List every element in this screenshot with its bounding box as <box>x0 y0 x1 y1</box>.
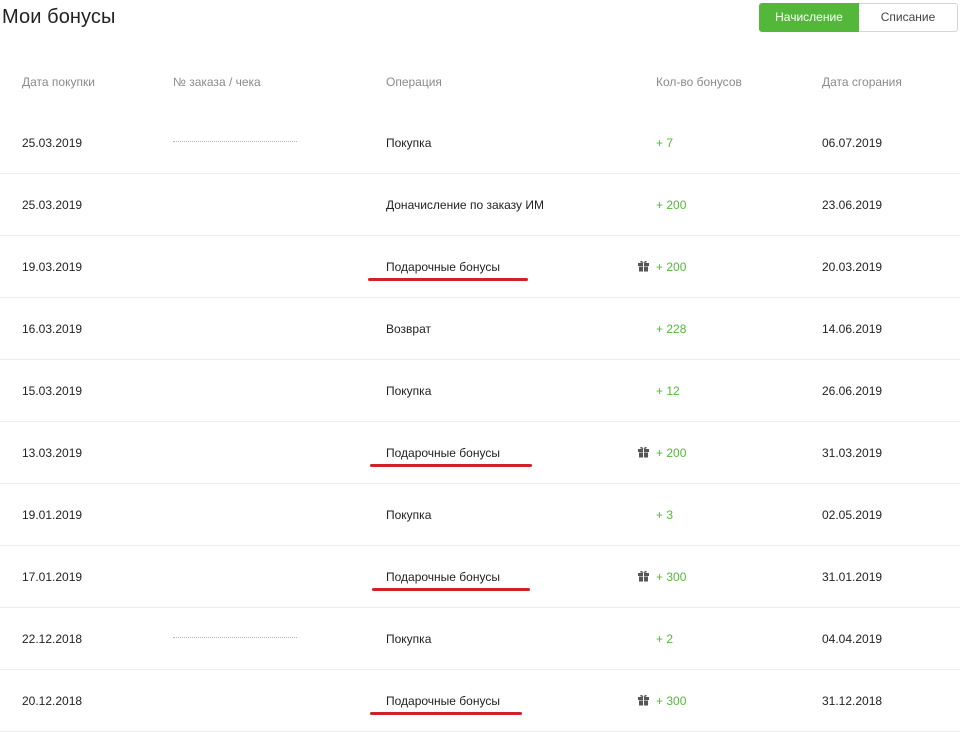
page-title: Мои бонусы <box>2 6 116 28</box>
operation-type: Доначисление по заказу ИМ <box>386 198 544 212</box>
bonus-amount: + 200 <box>656 198 687 212</box>
operation-type: Покупка <box>386 632 432 646</box>
bonus-history-table: Дата покупки № заказа / чека Операция Ко… <box>0 50 960 732</box>
purchase-date: 22.12.2018 <box>22 632 83 646</box>
table-row: 25.03.2019 Доначисление по заказу ИМ + 200… <box>0 174 960 236</box>
order-number-redacted <box>173 632 297 646</box>
redacted-order-mark <box>173 637 297 642</box>
operation-type: Подарочные бонусы <box>386 694 500 708</box>
column-header-amount[interactable]: Кол-во бонусов <box>656 75 742 89</box>
purchase-date: 16.03.2019 <box>22 322 83 336</box>
operation-type: Подарочные бонусы <box>386 260 500 274</box>
expire-date: 04.04.2019 <box>822 632 883 646</box>
accrual-tab-button[interactable]: Начисление <box>759 3 859 32</box>
table-row: 15.03.2019 Покупка + 12 26.06.2019 <box>0 360 960 422</box>
purchase-date: 25.03.2019 <box>22 136 83 150</box>
highlight-underline <box>370 712 522 715</box>
bonus-amount: + 12 <box>656 384 680 398</box>
highlight-underline <box>370 464 532 467</box>
table-row: 25.03.2019 Покупка + 7 06.07.2019 <box>0 112 960 174</box>
order-number-redacted <box>173 136 297 150</box>
table-row: 16.03.2019 Возврат + 228 14.06.2019 <box>0 298 960 360</box>
purchase-date: 15.03.2019 <box>22 384 83 398</box>
purchase-date: 17.01.2019 <box>22 570 83 584</box>
column-header-order[interactable]: № заказа / чека <box>173 75 261 89</box>
expire-date: 14.06.2019 <box>822 322 883 336</box>
operation-type: Покупка <box>386 136 432 150</box>
table-row: 19.01.2019 Покупка + 3 02.05.2019 <box>0 484 960 546</box>
expire-date: 31.12.2018 <box>822 694 883 708</box>
bonus-amount: + 7 <box>656 136 674 150</box>
table-row: 17.01.2019 Подарочные бонусы + 300 31.01.20… <box>0 546 960 608</box>
expire-date: 26.06.2019 <box>822 384 883 398</box>
column-header-expire[interactable]: Дата сгорания <box>822 75 902 89</box>
redacted-order-mark <box>173 141 297 146</box>
gift-icon <box>638 694 649 706</box>
table-header: Дата покупки № заказа / чека Операция Ко… <box>0 50 960 112</box>
bonus-amount: + 228 <box>656 322 687 336</box>
gift-icon <box>638 570 649 582</box>
operation-type: Покупка <box>386 384 432 398</box>
table-row: 22.12.2018 Покупка + 2 04.04.2019 <box>0 608 960 670</box>
purchase-date: 20.12.2018 <box>22 694 83 708</box>
bonus-amount: + 200 <box>656 260 687 274</box>
purchase-date: 19.01.2019 <box>22 508 83 522</box>
gift-icon <box>638 260 649 272</box>
expire-date: 20.03.2019 <box>822 260 883 274</box>
expire-date: 02.05.2019 <box>822 508 883 522</box>
operation-type: Подарочные бонусы <box>386 446 500 460</box>
column-header-date[interactable]: Дата покупки <box>22 75 95 89</box>
bonus-amount: + 200 <box>656 446 687 460</box>
bonus-amount: + 3 <box>656 508 674 522</box>
expire-date: 06.07.2019 <box>822 136 883 150</box>
column-header-operation[interactable]: Операция <box>386 75 442 89</box>
writeoff-tab-button[interactable]: Списание <box>859 3 958 32</box>
operation-type: Покупка <box>386 508 432 522</box>
purchase-date: 13.03.2019 <box>22 446 83 460</box>
operation-type: Подарочные бонусы <box>386 570 500 584</box>
bonus-amount: + 300 <box>656 694 687 708</box>
purchase-date: 19.03.2019 <box>22 260 83 274</box>
highlight-underline <box>372 588 530 591</box>
table-row: 13.03.2019 Подарочные бонусы + 200 31.03.20… <box>0 422 960 484</box>
bonus-amount: + 300 <box>656 570 687 584</box>
expire-date: 23.06.2019 <box>822 198 883 212</box>
table-body: 25.03.2019 Покупка + 7 06.07.2019 25.03.2019… <box>0 112 960 732</box>
purchase-date: 25.03.2019 <box>22 198 83 212</box>
expire-date: 31.03.2019 <box>822 446 883 460</box>
bonus-amount: + 2 <box>656 632 674 646</box>
operation-type: Возврат <box>386 322 431 336</box>
table-row: 19.03.2019 Подарочные бонусы + 200 20.03.20… <box>0 236 960 298</box>
highlight-underline <box>368 278 528 281</box>
expire-date: 31.01.2019 <box>822 570 883 584</box>
gift-icon <box>638 446 649 458</box>
bonus-type-toggle: Начисление Списание <box>759 3 958 32</box>
